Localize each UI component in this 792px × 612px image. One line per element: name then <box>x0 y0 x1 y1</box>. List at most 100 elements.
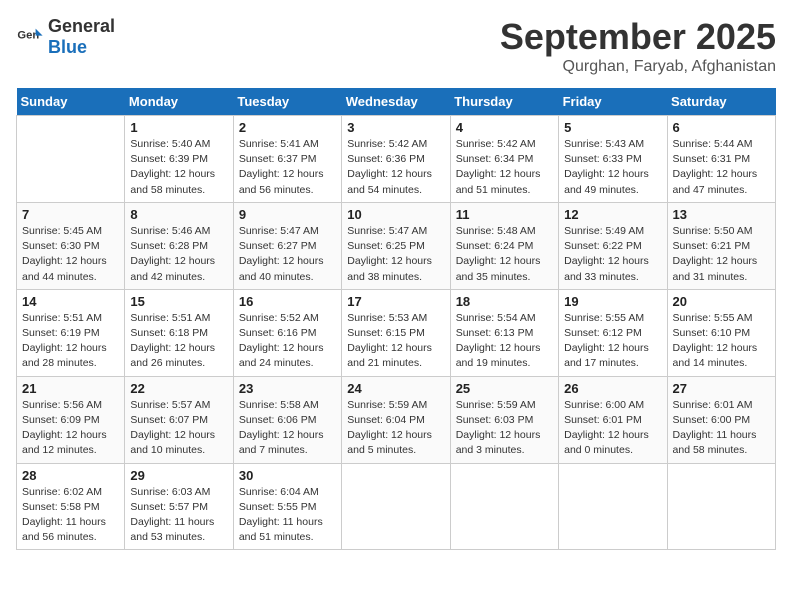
calendar-cell: 26 Sunrise: 6:00 AMSunset: 6:01 PMDayligh… <box>559 376 667 463</box>
title-area: September 2025 Qurghan, Faryab, Afghanis… <box>500 16 776 76</box>
calendar-cell: 2 Sunrise: 5:41 AMSunset: 6:37 PMDaylight… <box>233 116 341 203</box>
day-number: 30 <box>239 468 336 483</box>
day-info: Sunrise: 6:02 AMSunset: 5:58 PMDaylight:… <box>22 485 119 546</box>
calendar-cell <box>17 116 125 203</box>
day-number: 15 <box>130 294 227 309</box>
day-info: Sunrise: 5:48 AMSunset: 6:24 PMDaylight:… <box>456 224 553 285</box>
day-number: 7 <box>22 207 119 222</box>
day-info: Sunrise: 5:55 AMSunset: 6:10 PMDaylight:… <box>673 311 770 372</box>
calendar-cell <box>559 463 667 550</box>
calendar-cell: 19 Sunrise: 5:55 AMSunset: 6:12 PMDayligh… <box>559 289 667 376</box>
day-info: Sunrise: 5:51 AMSunset: 6:18 PMDaylight:… <box>130 311 227 372</box>
day-info: Sunrise: 6:01 AMSunset: 6:00 PMDaylight:… <box>673 398 770 459</box>
week-row-3: 14 Sunrise: 5:51 AMSunset: 6:19 PMDayligh… <box>17 289 776 376</box>
day-info: Sunrise: 5:58 AMSunset: 6:06 PMDaylight:… <box>239 398 336 459</box>
calendar-cell: 6Sunrise: 5:44 AMSunset: 6:31 PMDaylight… <box>667 116 775 203</box>
day-number: 5 <box>564 120 661 135</box>
calendar-cell <box>667 463 775 550</box>
day-number: 27 <box>673 381 770 396</box>
day-info: Sunrise: 5:42 AMSunset: 6:34 PMDaylight:… <box>456 137 553 198</box>
calendar-cell: 13 Sunrise: 5:50 AMSunset: 6:21 PMDayligh… <box>667 202 775 289</box>
location-title: Qurghan, Faryab, Afghanistan <box>500 58 776 76</box>
week-row-4: 21Sunrise: 5:56 AMSunset: 6:09 PMDayligh… <box>17 376 776 463</box>
day-number: 10 <box>347 207 444 222</box>
calendar-cell: 29Sunrise: 6:03 AMSunset: 5:57 PMDayligh… <box>125 463 233 550</box>
day-info: Sunrise: 5:46 AMSunset: 6:28 PMDaylight:… <box>130 224 227 285</box>
day-number: 25 <box>456 381 553 396</box>
month-title: September 2025 <box>500 16 776 58</box>
column-header-tuesday: Tuesday <box>233 88 341 116</box>
calendar-cell <box>450 463 558 550</box>
calendar-table: SundayMondayTuesdayWednesdayThursdayFrid… <box>16 88 776 550</box>
day-number: 20 <box>673 294 770 309</box>
day-number: 19 <box>564 294 661 309</box>
header-row: SundayMondayTuesdayWednesdayThursdayFrid… <box>17 88 776 116</box>
calendar-cell: 5 Sunrise: 5:43 AMSunset: 6:33 PMDaylight… <box>559 116 667 203</box>
calendar-cell: 30 Sunrise: 6:04 AMSunset: 5:55 PMDayligh… <box>233 463 341 550</box>
calendar-cell: 20 Sunrise: 5:55 AMSunset: 6:10 PMDayligh… <box>667 289 775 376</box>
day-number: 26 <box>564 381 661 396</box>
day-info: Sunrise: 6:04 AMSunset: 5:55 PMDaylight:… <box>239 485 336 546</box>
day-info: Sunrise: 5:52 AMSunset: 6:16 PMDaylight:… <box>239 311 336 372</box>
calendar-cell: 3 Sunrise: 5:42 AMSunset: 6:36 PMDaylight… <box>342 116 450 203</box>
day-number: 9 <box>239 207 336 222</box>
calendar-cell: 16 Sunrise: 5:52 AMSunset: 6:16 PMDayligh… <box>233 289 341 376</box>
logo-icon: Gen <box>16 23 44 51</box>
day-info: Sunrise: 5:44 AMSunset: 6:31 PMDaylight:… <box>673 137 770 198</box>
day-number: 11 <box>456 207 553 222</box>
column-header-sunday: Sunday <box>17 88 125 116</box>
day-number: 8 <box>130 207 227 222</box>
calendar-cell: 14 Sunrise: 5:51 AMSunset: 6:19 PMDayligh… <box>17 289 125 376</box>
day-info: Sunrise: 5:42 AMSunset: 6:36 PMDaylight:… <box>347 137 444 198</box>
day-info: Sunrise: 5:47 AMSunset: 6:27 PMDaylight:… <box>239 224 336 285</box>
column-header-saturday: Saturday <box>667 88 775 116</box>
column-header-monday: Monday <box>125 88 233 116</box>
column-header-thursday: Thursday <box>450 88 558 116</box>
day-number: 18 <box>456 294 553 309</box>
day-number: 2 <box>239 120 336 135</box>
day-number: 17 <box>347 294 444 309</box>
day-number: 28 <box>22 468 119 483</box>
calendar-cell: 25Sunrise: 5:59 AMSunset: 6:03 PMDayligh… <box>450 376 558 463</box>
day-info: Sunrise: 5:57 AMSunset: 6:07 PMDaylight:… <box>130 398 227 459</box>
logo-general-text: General <box>48 16 115 36</box>
day-info: Sunrise: 6:03 AMSunset: 5:57 PMDaylight:… <box>130 485 227 546</box>
calendar-cell: 4Sunrise: 5:42 AMSunset: 6:34 PMDaylight… <box>450 116 558 203</box>
calendar-cell: 15 Sunrise: 5:51 AMSunset: 6:18 PMDayligh… <box>125 289 233 376</box>
day-info: Sunrise: 5:59 AMSunset: 6:04 PMDaylight:… <box>347 398 444 459</box>
calendar-cell: 22Sunrise: 5:57 AMSunset: 6:07 PMDayligh… <box>125 376 233 463</box>
week-row-5: 28 Sunrise: 6:02 AMSunset: 5:58 PMDayligh… <box>17 463 776 550</box>
day-info: Sunrise: 5:55 AMSunset: 6:12 PMDaylight:… <box>564 311 661 372</box>
calendar-cell <box>342 463 450 550</box>
day-number: 14 <box>22 294 119 309</box>
column-header-friday: Friday <box>559 88 667 116</box>
day-info: Sunrise: 5:51 AMSunset: 6:19 PMDaylight:… <box>22 311 119 372</box>
day-info: Sunrise: 5:43 AMSunset: 6:33 PMDaylight:… <box>564 137 661 198</box>
day-number: 1 <box>130 120 227 135</box>
week-row-1: 1 Sunrise: 5:40 AMSunset: 6:39 PMDaylight… <box>17 116 776 203</box>
day-info: Sunrise: 5:49 AMSunset: 6:22 PMDaylight:… <box>564 224 661 285</box>
day-number: 23 <box>239 381 336 396</box>
day-number: 13 <box>673 207 770 222</box>
day-info: Sunrise: 5:41 AMSunset: 6:37 PMDaylight:… <box>239 137 336 198</box>
calendar-cell: 1 Sunrise: 5:40 AMSunset: 6:39 PMDaylight… <box>125 116 233 203</box>
day-info: Sunrise: 5:54 AMSunset: 6:13 PMDaylight:… <box>456 311 553 372</box>
day-info: Sunrise: 5:47 AMSunset: 6:25 PMDaylight:… <box>347 224 444 285</box>
calendar-cell: 28 Sunrise: 6:02 AMSunset: 5:58 PMDayligh… <box>17 463 125 550</box>
day-number: 24 <box>347 381 444 396</box>
day-info: Sunrise: 6:00 AMSunset: 6:01 PMDaylight:… <box>564 398 661 459</box>
logo: Gen General Blue <box>16 16 115 58</box>
logo-blue-text: Blue <box>48 37 87 57</box>
calendar-cell: 11 Sunrise: 5:48 AMSunset: 6:24 PMDayligh… <box>450 202 558 289</box>
day-number: 3 <box>347 120 444 135</box>
calendar-cell: 12Sunrise: 5:49 AMSunset: 6:22 PMDayligh… <box>559 202 667 289</box>
page-header: Gen General Blue September 2025 Qurghan,… <box>16 16 776 76</box>
day-number: 21 <box>22 381 119 396</box>
day-number: 16 <box>239 294 336 309</box>
day-info: Sunrise: 5:40 AMSunset: 6:39 PMDaylight:… <box>130 137 227 198</box>
day-info: Sunrise: 5:50 AMSunset: 6:21 PMDaylight:… <box>673 224 770 285</box>
calendar-cell: 23 Sunrise: 5:58 AMSunset: 6:06 PMDayligh… <box>233 376 341 463</box>
week-row-2: 7Sunrise: 5:45 AMSunset: 6:30 PMDaylight… <box>17 202 776 289</box>
calendar-cell: 17Sunrise: 5:53 AMSunset: 6:15 PMDayligh… <box>342 289 450 376</box>
calendar-cell: 9 Sunrise: 5:47 AMSunset: 6:27 PMDaylight… <box>233 202 341 289</box>
